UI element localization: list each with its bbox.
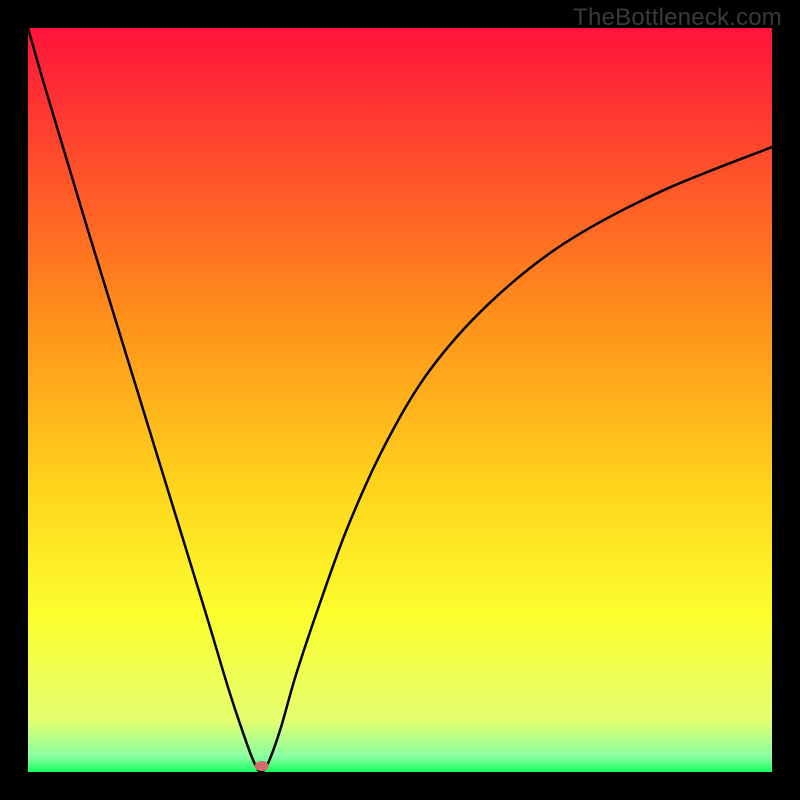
plot-area bbox=[28, 28, 772, 772]
minimum-marker bbox=[255, 761, 269, 771]
chart-container: TheBottleneck.com bbox=[0, 0, 800, 800]
chart-svg bbox=[28, 28, 772, 772]
